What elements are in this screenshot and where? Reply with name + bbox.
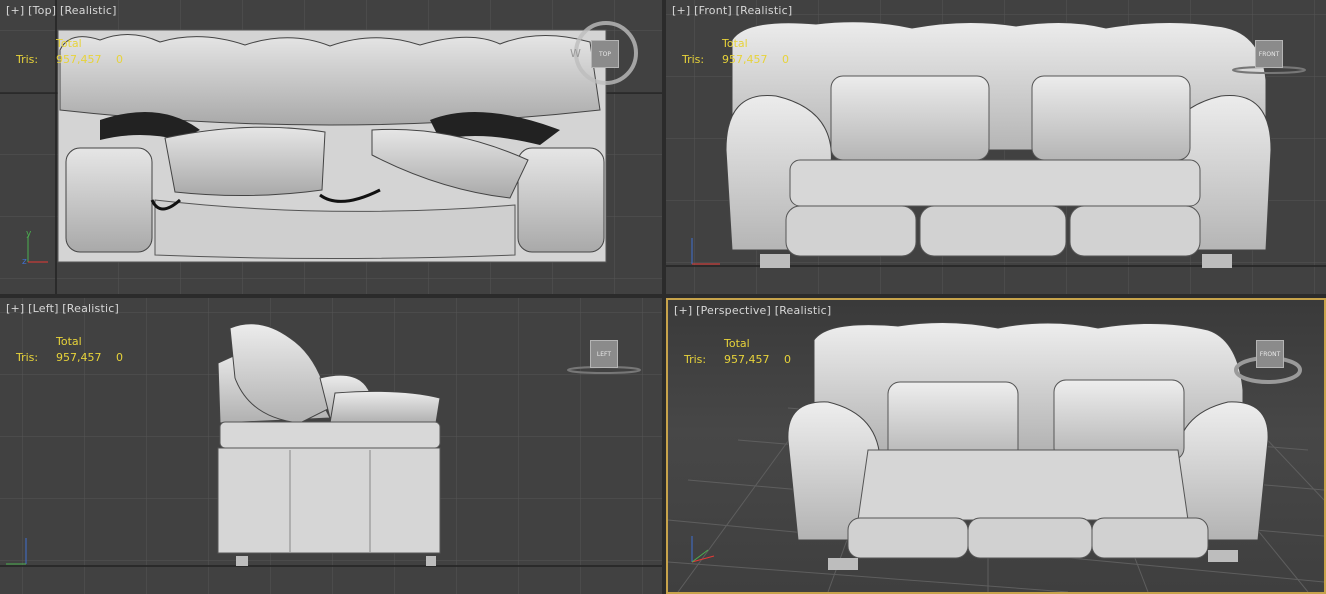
viewcube-icon[interactable]: FRONT — [1256, 340, 1284, 368]
stats-total-header: Total — [56, 335, 82, 348]
viewport-view-menu[interactable]: [Top] — [28, 4, 56, 17]
stats-overlay: Total Tris: 957,457 0 — [684, 336, 791, 368]
viewcube-icon[interactable]: LEFT — [590, 340, 618, 368]
compass-w-label: W — [570, 47, 581, 60]
stats-tris-selected: 0 — [782, 53, 789, 66]
stats-overlay: Total Tris: 957,457 0 — [16, 334, 123, 366]
viewport-plus-menu[interactable]: [+] — [672, 4, 690, 17]
stats-tris-value: 957,457 — [722, 53, 768, 66]
viewport-plus-menu[interactable]: [+] — [6, 4, 24, 17]
stats-total-header: Total — [56, 37, 82, 50]
stats-tris-value: 957,457 — [724, 353, 770, 366]
stats-total-header: Total — [722, 37, 748, 50]
viewport-view-menu[interactable]: [Left] — [28, 302, 58, 315]
viewport-label-perspective[interactable]: [+] [Perspective] [Realistic] — [674, 304, 831, 317]
viewport-plus-menu[interactable]: [+] — [6, 302, 24, 315]
svg-text:y: y — [26, 229, 32, 239]
stats-overlay: Total Tris: 957,457 0 — [16, 36, 123, 68]
stats-tris-label: Tris: — [16, 351, 39, 364]
viewport-top[interactable]: y z W TOP [+] [Top] [Realistic] Total Tr… — [0, 0, 662, 294]
stats-tris-value: 957,457 — [56, 53, 102, 66]
stats-tris-selected: 0 — [784, 353, 791, 366]
viewport-front[interactable]: FRONT [+] [Front] [Realistic] Total Tris… — [666, 0, 1326, 294]
viewport-label-top[interactable]: [+] [Top] [Realistic] — [6, 4, 117, 17]
viewport-shading-menu[interactable]: [Realistic] — [736, 4, 793, 17]
sofa-front-model[interactable] — [725, 21, 1272, 268]
viewport-layout: y z W TOP [+] [Top] [Realistic] Total Tr… — [0, 0, 1326, 594]
viewport-perspective[interactable]: FRONT [+] [Perspective] [Realistic] Tota… — [666, 298, 1326, 594]
viewport-view-menu[interactable]: [Front] — [694, 4, 732, 17]
viewport-plus-menu[interactable]: [+] — [674, 304, 692, 317]
stats-overlay: Total Tris: 957,457 0 — [682, 36, 789, 68]
viewport-label-left[interactable]: [+] [Left] [Realistic] — [6, 302, 119, 315]
stats-tris-selected: 0 — [116, 351, 123, 364]
stats-tris-label: Tris: — [682, 53, 705, 66]
viewcube-icon[interactable]: FRONT — [1255, 40, 1283, 68]
viewport-shading-menu[interactable]: [Realistic] — [62, 302, 119, 315]
viewport-shading-menu[interactable]: [Realistic] — [60, 4, 117, 17]
viewport-view-menu[interactable]: [Perspective] — [696, 304, 771, 317]
stats-tris-value: 957,457 — [56, 351, 102, 364]
svg-text:z: z — [22, 257, 27, 267]
viewcube-icon[interactable]: TOP — [591, 40, 619, 68]
sofa-top-model[interactable] — [57, 29, 607, 263]
viewport-left[interactable]: LEFT [+] [Left] [Realistic] Total Tris: … — [0, 298, 662, 594]
sofa-perspective-model[interactable] — [787, 321, 1269, 570]
stats-total-header: Total — [724, 337, 750, 350]
stats-tris-selected: 0 — [116, 53, 123, 66]
stats-tris-label: Tris: — [16, 53, 39, 66]
stats-tris-label: Tris: — [684, 353, 707, 366]
viewport-shading-menu[interactable]: [Realistic] — [775, 304, 832, 317]
viewport-label-front[interactable]: [+] [Front] [Realistic] — [672, 4, 792, 17]
